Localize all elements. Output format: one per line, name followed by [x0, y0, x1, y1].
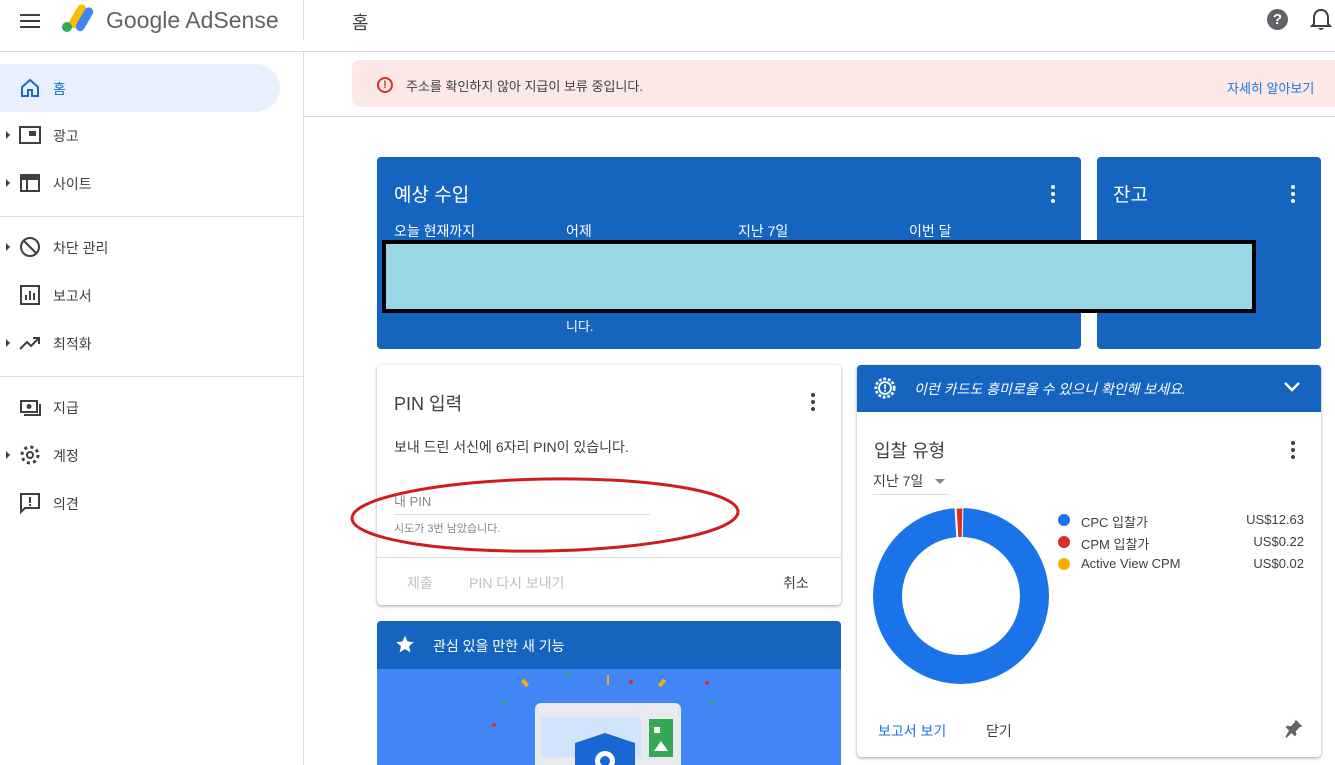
sidebar-item-label: 사이트	[53, 176, 92, 192]
legend-label-cpm: CPM 입찰가	[1081, 537, 1150, 552]
top-bar: Google AdSense 홈 ?	[0, 0, 1335, 52]
earnings-col-month: 이번 달	[909, 223, 952, 239]
home-icon	[21, 78, 39, 97]
learn-more-link[interactable]: 자세히 알아보기	[1227, 78, 1314, 97]
suggestion-banner[interactable]: 이런 카드도 흥미로울 수 있으니 확인해 보세요.	[857, 365, 1321, 412]
trending-up-icon	[19, 337, 40, 350]
date-range-value: 지난 7일	[873, 473, 924, 489]
sidebar-item-ads[interactable]: 광고	[0, 111, 280, 159]
new-features-card: 관심 있을 만한 새 기능	[377, 621, 841, 765]
sidebar-item-home[interactable]: 홈	[0, 64, 280, 112]
sidebar-item-optimization[interactable]: 최적화	[0, 319, 280, 367]
reports-icon	[20, 285, 40, 305]
earnings-col-last7: 지난 7일	[738, 223, 789, 239]
more-vert-icon[interactable]	[1291, 185, 1295, 203]
pin-description: 보내 드린 서신에 6자리 PIN이 있습니다.	[394, 439, 629, 455]
more-vert-icon[interactable]	[811, 393, 815, 411]
legend-value-cpm: US$0.22	[1253, 534, 1304, 549]
help-icon[interactable]: ?	[1267, 9, 1288, 30]
alert-text: 주소를 확인하지 않아 지급이 보류 중입니다.	[406, 79, 643, 94]
cancel-button[interactable]: 취소	[783, 573, 809, 593]
ads-icon	[19, 126, 41, 144]
earnings-footnote-fragment: 니다.	[566, 319, 594, 334]
more-vert-icon[interactable]	[1291, 441, 1295, 459]
alert-badge-icon	[874, 377, 896, 399]
more-vert-icon[interactable]	[1051, 185, 1055, 203]
sidebar-item-label: 차단 관리	[53, 240, 109, 256]
bid-type-donut-chart	[873, 507, 1049, 684]
gear-icon	[20, 445, 40, 465]
error-icon: !	[377, 77, 393, 93]
sidebar-item-account[interactable]: 계정	[0, 431, 280, 479]
legend-value-active-view: US$0.02	[1253, 556, 1304, 571]
chevron-down-icon[interactable]	[1283, 381, 1301, 393]
sidebar-item-label: 보고서	[53, 288, 92, 304]
payment-hold-alert: ! 주소를 확인하지 않아 지급이 보류 중입니다. 자세히 알아보기	[352, 60, 1335, 107]
sidebar-item-label: 계정	[53, 448, 79, 464]
legend-dot-cpm	[1058, 536, 1070, 548]
card-title: 잔고	[1113, 185, 1148, 206]
sidebar-item-feedback[interactable]: 의견	[0, 479, 280, 527]
menu-icon[interactable]	[20, 14, 40, 30]
close-button[interactable]: 닫기	[986, 721, 1012, 741]
sidebar-item-payments[interactable]: 지급	[0, 383, 280, 431]
bid-type-card: 이런 카드도 흥미로울 수 있으니 확인해 보세요. 입찰 유형 지난 7일 C…	[857, 365, 1321, 757]
legend-dot-cpc	[1058, 514, 1070, 526]
sidebar-item-sites[interactable]: 사이트	[0, 159, 280, 207]
banner-text: 이런 카드도 흥미로울 수 있으니 확인해 보세요.	[914, 381, 1186, 397]
card-title: 입찰 유형	[874, 441, 946, 461]
feedback-icon	[20, 493, 40, 515]
earnings-col-yesterday: 어제	[566, 223, 592, 239]
legend-value-cpc: US$12.63	[1246, 512, 1304, 527]
sidebar-item-label: 지급	[53, 400, 79, 416]
submit-button[interactable]: 제출	[407, 573, 433, 593]
adsense-logo-icon	[62, 4, 94, 32]
redaction-box	[382, 240, 1256, 313]
legend-label-cpc: CPC 입찰가	[1081, 515, 1148, 530]
bell-icon[interactable]	[1310, 8, 1332, 32]
block-icon	[20, 237, 40, 257]
feature-illustration	[377, 669, 841, 765]
earnings-col-today: 오늘 현재까지	[394, 223, 476, 239]
page-title: 홈	[352, 13, 369, 33]
sidebar-item-label: 홈	[53, 81, 66, 97]
sidebar-item-label: 의견	[53, 496, 79, 512]
pin-icon[interactable]	[1284, 718, 1304, 738]
sidebar: 홈 광고 사이트 차단 관리 보고서 최적화 지급 계정 의견	[0, 52, 304, 765]
resend-pin-button[interactable]: PIN 다시 보내기	[469, 573, 565, 593]
sites-icon	[20, 174, 40, 192]
sidebar-item-blocking-controls[interactable]: 차단 관리	[0, 223, 280, 271]
sidebar-item-label: 광고	[53, 128, 79, 144]
star-icon	[396, 635, 414, 653]
dropdown-arrow-icon	[935, 479, 945, 484]
view-report-link[interactable]: 보고서 보기	[878, 721, 946, 741]
app-name: Google AdSense	[106, 7, 279, 33]
annotation-ellipse	[350, 477, 740, 553]
sidebar-item-label: 최적화	[53, 336, 92, 352]
legend-dot-active-view	[1058, 558, 1070, 570]
payments-icon	[20, 400, 41, 416]
date-range-select[interactable]: 지난 7일	[873, 469, 949, 495]
card-title: PIN 입력	[394, 394, 463, 414]
sidebar-item-reports[interactable]: 보고서	[0, 271, 280, 319]
card-title: 예상 수입	[394, 185, 470, 206]
legend-label-active-view: Active View CPM	[1081, 556, 1181, 571]
card-title: 관심 있을 만한 새 기능	[433, 638, 565, 654]
